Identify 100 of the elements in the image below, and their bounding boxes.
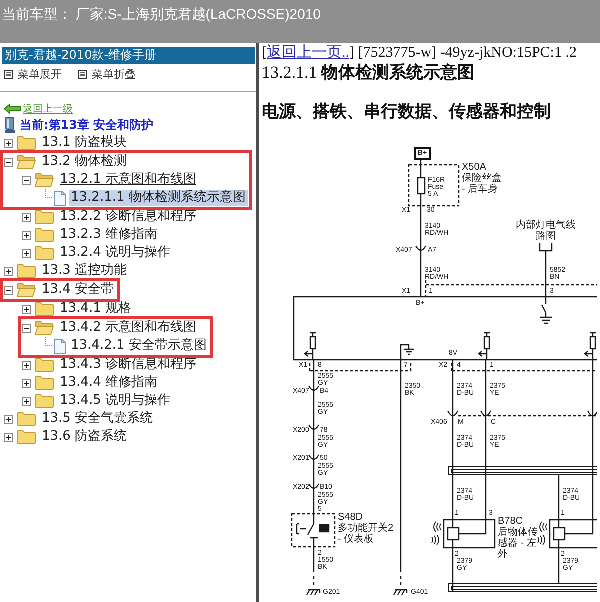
switch-icon	[541, 304, 547, 317]
plus-icon[interactable]	[22, 378, 31, 388]
tree-item[interactable]: 13.2.1.1 物体检测系统示意图	[69, 190, 248, 206]
plus-icon[interactable]	[22, 248, 31, 258]
sound-wave-icon	[538, 534, 546, 546]
plus-icon[interactable]	[4, 432, 13, 442]
folder-icon	[35, 246, 54, 260]
connector-icon	[415, 246, 427, 252]
plus-icon[interactable]	[22, 304, 31, 314]
folder-icon	[17, 136, 36, 150]
dashed-wire	[400, 576, 402, 588]
sound-wave-icon	[540, 522, 548, 532]
wire	[545, 251, 547, 304]
connector-icon	[308, 424, 320, 430]
plus-icon[interactable]	[22, 360, 31, 370]
folder-icon	[35, 210, 54, 224]
computer-icon	[4, 116, 16, 134]
sound-wave-icon	[434, 522, 442, 532]
left-arrow-icon[interactable]	[4, 104, 21, 114]
folder-icon	[17, 264, 36, 278]
back-link[interactable]: 返回上一级	[23, 102, 73, 116]
plus-icon[interactable]	[4, 138, 13, 148]
tree-item[interactable]: 13.5 安全气囊系统	[40, 411, 156, 427]
ground-icon	[403, 348, 415, 356]
sensor-label: B78C 后物体传感器 - 左外	[498, 516, 538, 560]
list-icon	[78, 70, 87, 79]
connector-icon	[308, 386, 320, 392]
plus-icon[interactable]	[4, 266, 13, 276]
sensor-outline	[443, 519, 496, 549]
vehicle-label: 当前车型： 厂家:S-上海别克君越(LaCROSSE)2010	[2, 6, 321, 22]
plus-icon[interactable]	[22, 212, 31, 222]
switch-label: S48D 多功能开关2 - 仪表板	[338, 512, 394, 545]
arrow-icon	[304, 350, 314, 358]
fuse-block-label: X50A 保险丝盒 - 后车身	[462, 162, 502, 195]
folder-icon	[35, 228, 54, 242]
reference-bracket	[539, 243, 553, 252]
current-chapter: 当前:第13章 安全和防护	[20, 116, 154, 134]
minus-icon[interactable]	[4, 286, 13, 294]
tree-item[interactable]: 13.3 遥控功能	[40, 263, 130, 279]
page-reference-line: [返回上一页..] [7523775-w] -49yz-jkNO:15PC:1 .2	[262, 44, 578, 62]
sound-wave-icon	[432, 534, 440, 546]
tree-item[interactable]: 13.4.5 说明与操作	[58, 393, 172, 409]
tree-item[interactable]: 13.2.4 说明与操作	[58, 245, 172, 261]
reference-label: 内部灯电气线路图	[515, 220, 577, 242]
section-title: 电源、搭铁、串行数据、传感器和控制	[262, 101, 552, 124]
tree-item[interactable]: 13.2.2 诊断信息和程序	[58, 209, 198, 225]
tree-item[interactable]: 13.6 防盗系统	[40, 429, 130, 445]
ground-icon	[539, 316, 553, 324]
open-folder-icon	[35, 173, 54, 187]
ground-icon	[306, 589, 321, 596]
folder-icon	[35, 358, 54, 372]
connector-icon	[480, 410, 492, 417]
document-icon	[54, 338, 66, 354]
fuse-icon	[417, 177, 426, 195]
connector-icon	[587, 410, 597, 417]
tree-item[interactable]: 13.2 物体检测	[40, 154, 130, 170]
plus-icon[interactable]	[4, 414, 13, 424]
list-icon	[4, 70, 13, 79]
menu-button[interactable]: 菜单折叠	[78, 67, 136, 82]
sensor-element-icon	[447, 527, 460, 541]
tree-item[interactable]: 13.4.2.1 安全带示意图	[69, 338, 209, 354]
folder-icon	[17, 412, 36, 426]
page-title: 13.2.1.1 物体检测系统示意图	[262, 62, 476, 84]
tree-item[interactable]: 13.4 安全带	[40, 282, 116, 298]
arrow-icon	[478, 350, 488, 358]
connector-icon	[308, 454, 320, 460]
tree-item[interactable]: 13.2.3 维修指南	[58, 227, 160, 243]
manual-title-bar: 别克-君越-2010款-维修手册	[2, 47, 255, 64]
indicator-icon	[319, 524, 330, 533]
resistor-icon	[483, 332, 491, 361]
resistor-icon	[589, 332, 597, 361]
tree-item[interactable]: 13.4.1 规格	[58, 301, 134, 317]
dashed-wire	[313, 576, 315, 588]
tree-item[interactable]: 13.1 防盗模块	[40, 135, 130, 151]
connector-icon	[308, 484, 320, 490]
tree-item[interactable]: 13.4.4 维修指南	[58, 375, 160, 391]
open-folder-icon	[35, 321, 54, 335]
minus-icon[interactable]	[22, 176, 31, 184]
ground-icon	[393, 589, 408, 596]
document-icon	[54, 190, 66, 206]
plus-icon[interactable]	[22, 230, 31, 240]
sensor-element-icon	[553, 527, 566, 541]
open-folder-icon	[17, 155, 36, 169]
tree-item[interactable]: 13.4.2 示意图和布线图	[58, 320, 198, 336]
menu-button[interactable]: 菜单展开	[4, 67, 62, 82]
back-link[interactable]: 返回上一页..	[267, 45, 350, 61]
fuse-block-outline	[408, 164, 460, 207]
folder-icon	[17, 430, 36, 444]
folder-icon	[35, 302, 54, 316]
arrow-icon	[584, 350, 594, 358]
switch-icon	[296, 523, 319, 539]
folder-icon	[35, 376, 54, 390]
resistor-icon	[309, 332, 317, 361]
plus-icon[interactable]	[22, 396, 31, 406]
minus-icon[interactable]	[22, 324, 31, 332]
minus-icon[interactable]	[4, 158, 13, 166]
folder-icon	[35, 394, 54, 408]
switch-outline	[291, 513, 336, 548]
tree-item[interactable]: 13.4.3 诊断信息和程序	[58, 357, 198, 373]
tree-item[interactable]: 13.2.1 示意图和布线图	[58, 172, 198, 188]
